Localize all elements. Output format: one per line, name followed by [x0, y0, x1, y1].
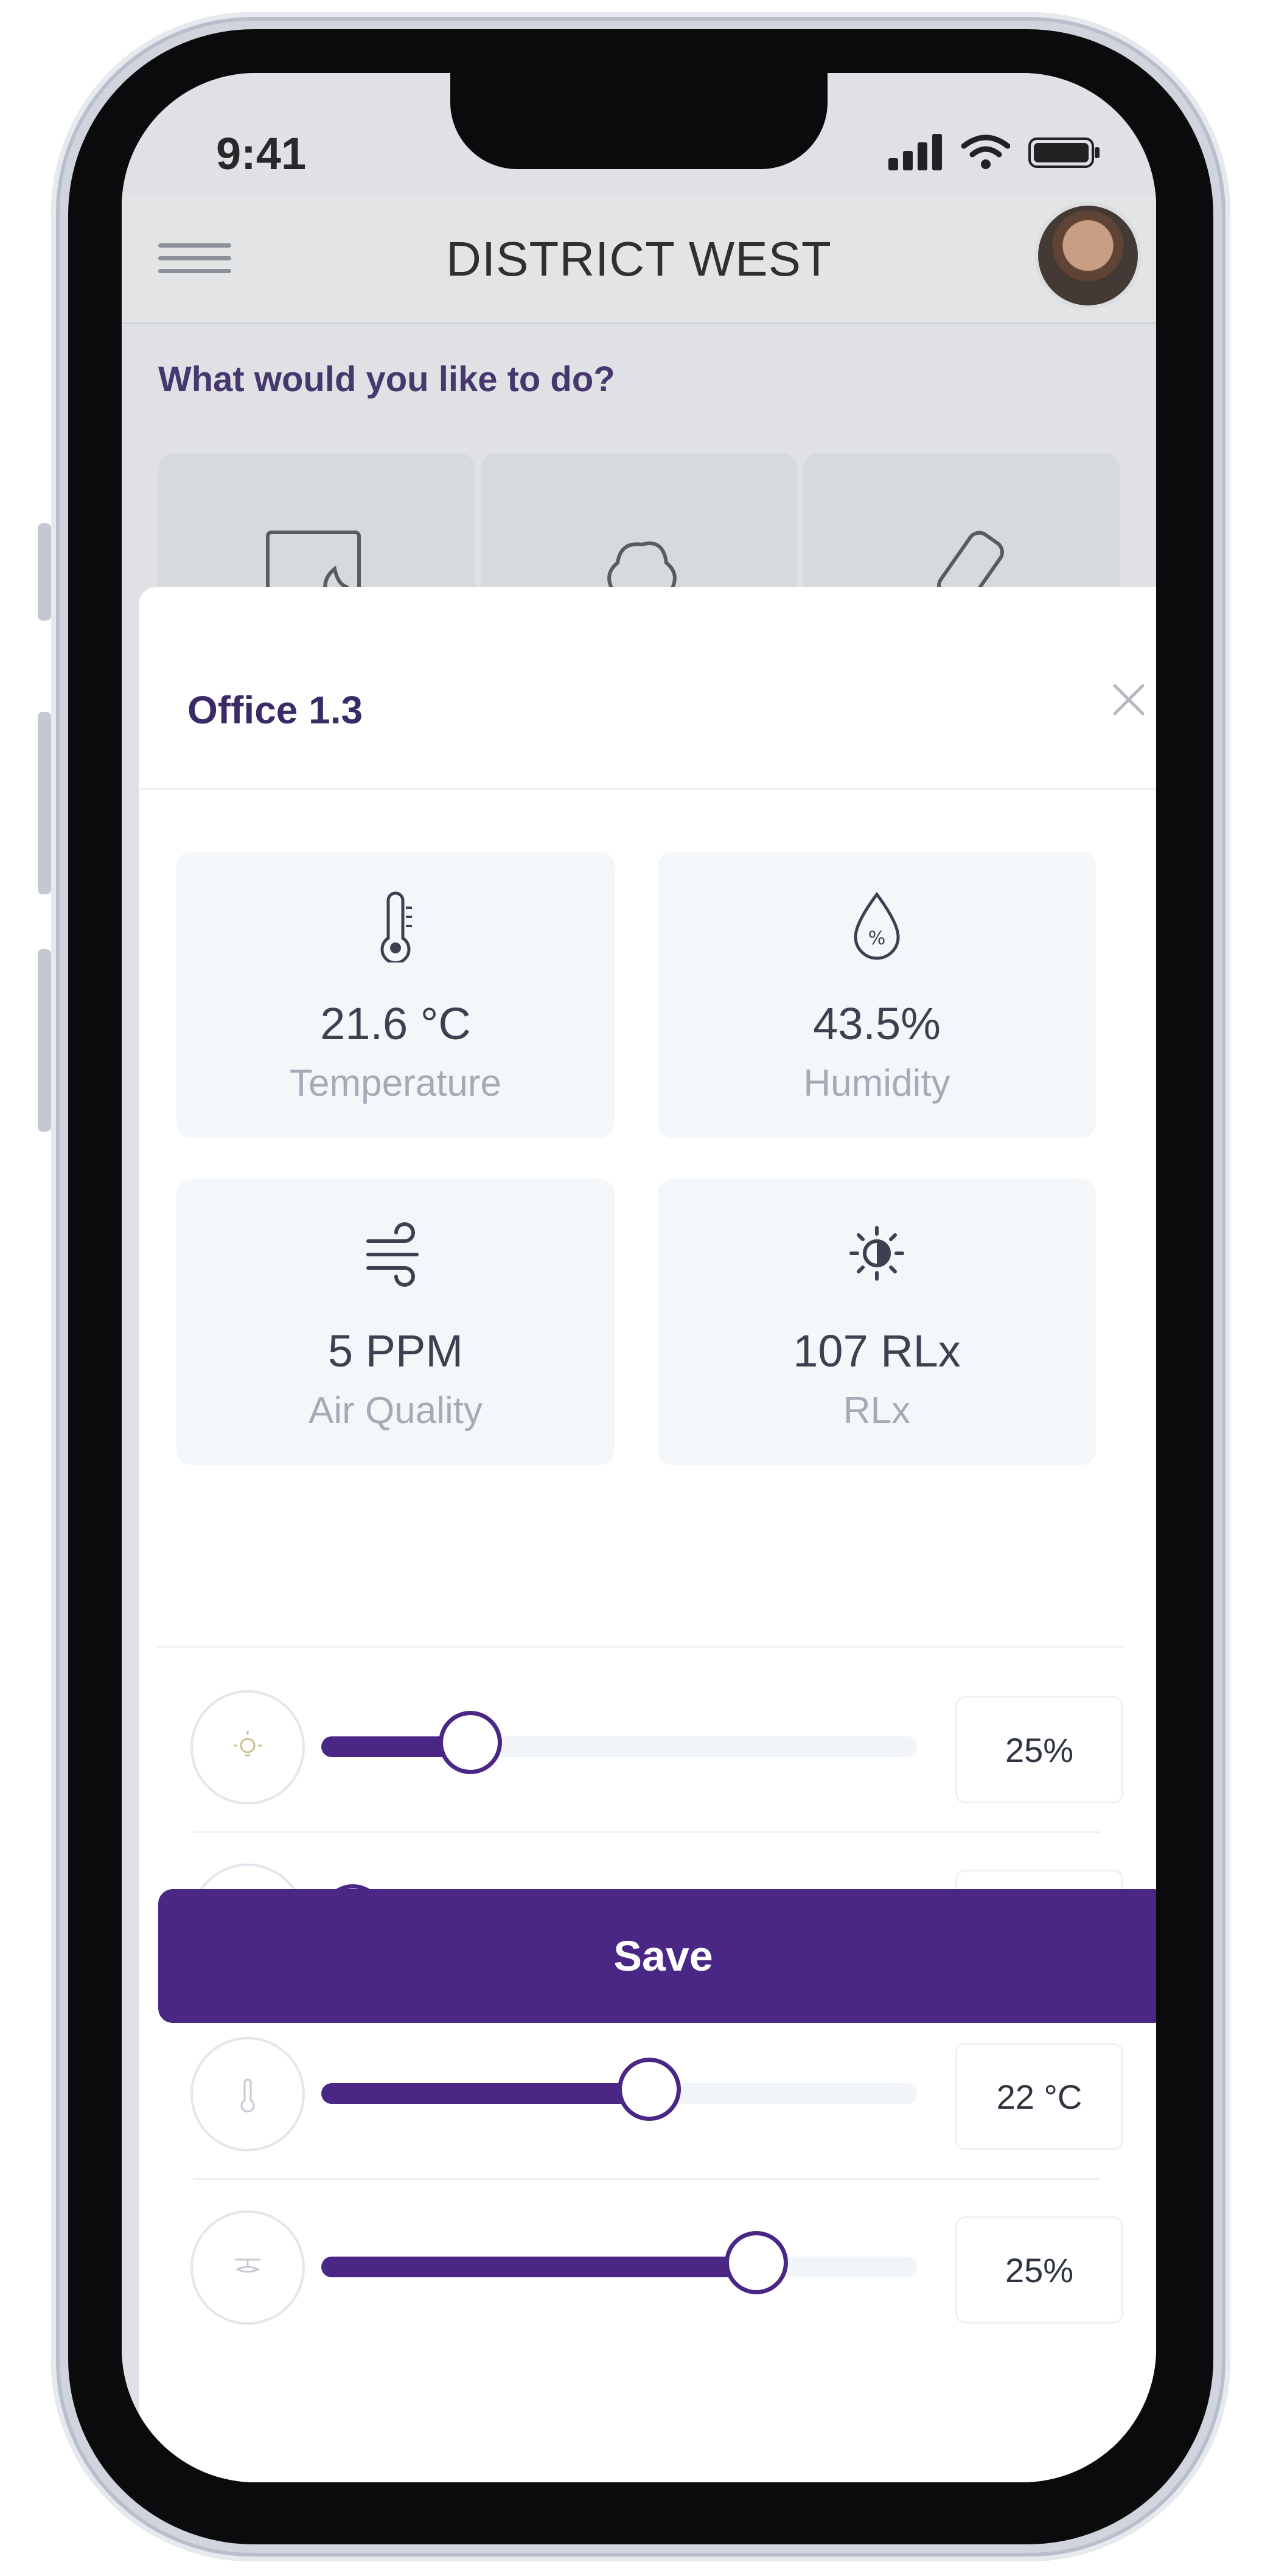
room-modal: Office 1.3 21.6 °C Temperature % 43.5% H… — [139, 587, 1156, 2482]
control-row-fan: 25% — [157, 2180, 1124, 2353]
slider-track[interactable] — [321, 1711, 918, 1774]
sensor-card-humidity: % 43.5% Humidity — [658, 852, 1096, 1138]
sensor-label: Air Quality — [309, 1390, 483, 1432]
slider-fill — [321, 2257, 757, 2277]
status-time: 9:41 — [216, 128, 307, 179]
phone-screen: 9:41 DISTRICT WEST What would you like t… — [122, 73, 1156, 2482]
slider-track[interactable] — [321, 2058, 918, 2121]
side-button — [38, 523, 51, 621]
control-row-temperature: 22 °C — [157, 2007, 1124, 2180]
sensor-label: RLx — [843, 1390, 911, 1432]
close-icon[interactable] — [1107, 678, 1150, 721]
status-icons — [888, 134, 1101, 170]
sensor-label: Temperature — [289, 1062, 502, 1104]
slider-track[interactable] — [321, 2231, 918, 2294]
thermometer-icon — [380, 891, 412, 963]
modal-divider — [139, 788, 1156, 790]
sensor-value: 107 RLx — [793, 1326, 961, 1376]
sensor-value: 21.6 °C — [320, 998, 471, 1049]
control-value: 22 °C — [955, 2043, 1123, 2150]
sun-icon — [849, 1226, 904, 1281]
signal-icon — [888, 134, 942, 170]
sensor-card-rlx: 107 RLx RLx — [658, 1179, 1096, 1465]
app-header: DISTRICT WEST — [122, 195, 1156, 324]
control-value: 25% — [955, 2216, 1123, 2324]
modal-title: Office 1.3 — [187, 688, 363, 732]
save-button[interactable]: Save — [158, 1889, 1156, 2023]
volume-down-button — [38, 949, 51, 1132]
svg-text:%: % — [868, 928, 886, 949]
slider-fill — [321, 2083, 649, 2104]
wind-icon — [366, 1222, 419, 1287]
sensor-label: Humidity — [803, 1062, 950, 1104]
volume-up-button — [38, 712, 51, 894]
fan-icon[interactable] — [190, 2210, 305, 2325]
control-value: 25% — [955, 1696, 1123, 1803]
sensor-card-temperature: 21.6 °C Temperature — [176, 852, 615, 1138]
sensor-value: 5 PPM — [327, 1326, 464, 1376]
control-row-light: 25% — [157, 1660, 1124, 1833]
wifi-icon — [961, 134, 1010, 169]
slider-thumb[interactable] — [618, 2058, 681, 2121]
battery-icon — [1028, 138, 1100, 168]
slider-thumb[interactable] — [439, 1711, 502, 1774]
page-title: DISTRICT WEST — [446, 232, 832, 286]
thermometer-icon[interactable] — [190, 2037, 305, 2151]
slider-thumb[interactable] — [725, 2231, 789, 2294]
humidity-drop-icon: % — [854, 891, 900, 960]
avatar[interactable] — [1038, 206, 1138, 305]
sensor-card-air-quality: 5 PPM Air Quality — [176, 1179, 615, 1465]
notch — [450, 73, 828, 169]
sensor-value: 43.5% — [813, 998, 941, 1049]
action-prompt: What would you like to do? — [158, 360, 615, 399]
light-bulb-icon[interactable] — [190, 1690, 305, 1805]
